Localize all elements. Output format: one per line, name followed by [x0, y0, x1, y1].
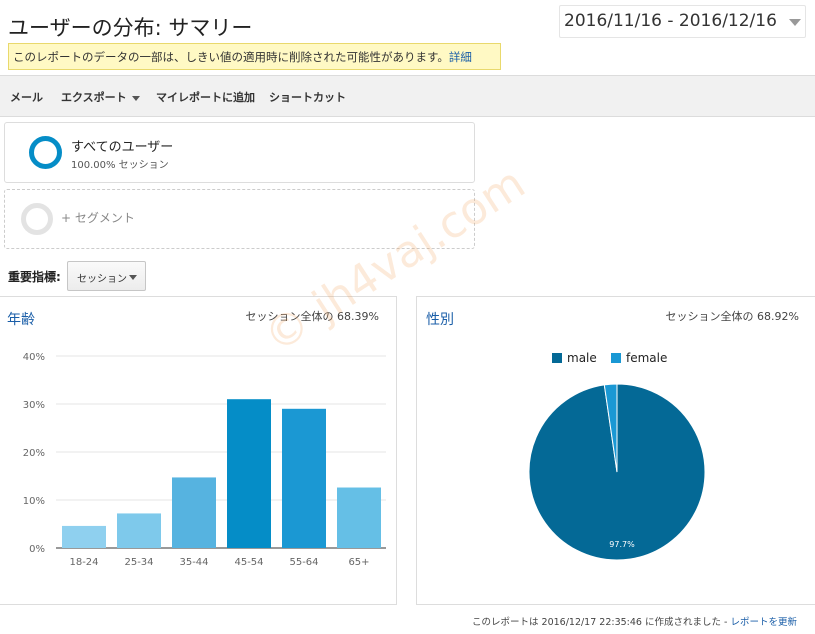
chevron-down-icon [129, 275, 137, 280]
notice-text: このレポートのデータの一部は、しきい値の適用時に削除された可能性があります。 [13, 50, 449, 64]
segment-card-all-users[interactable]: すべてのユーザー 100.00% セッション [4, 122, 475, 183]
x-tick-label: 45-54 [234, 557, 263, 568]
age-bar-25-34[interactable] [117, 513, 161, 548]
legend-swatch-female [611, 353, 621, 363]
gender-pie-chart: 97.7% male female [528, 351, 706, 561]
refresh-report-link[interactable]: レポートを更新 [730, 617, 797, 628]
age-bar-chart: 0% 10% 20% 30% 40% 18-24 25-34 35-44 45-54 55-64 6… [23, 352, 386, 568]
toolbar: メール エクスポート マイレポートに追加 ショートカット [0, 75, 815, 117]
add-to-dashboard-button[interactable]: マイレポートに追加 [156, 89, 255, 105]
shortcut-button[interactable]: ショートカット [269, 89, 346, 105]
date-range-picker[interactable]: 2016/11/16 - 2016/12/16 [559, 5, 806, 38]
x-tick-label: 18-24 [69, 557, 98, 568]
x-tick-label: 35-44 [179, 557, 208, 568]
metric-label: 重要指標: [8, 270, 61, 284]
metric-select[interactable]: セッション [67, 261, 146, 291]
export-button[interactable]: エクスポート [61, 89, 140, 105]
y-tick-label: 0% [29, 544, 45, 555]
age-bar-18-24[interactable] [62, 525, 106, 548]
add-segment-card[interactable]: + セグメント [4, 189, 475, 249]
segment-ring-icon [29, 136, 62, 169]
chevron-down-icon [131, 95, 140, 101]
y-tick-label: 40% [23, 352, 45, 363]
metric-select-value: セッション [77, 274, 127, 285]
chevron-down-icon [789, 19, 801, 26]
x-tick-label: 65+ [348, 557, 369, 568]
x-tick-label: 55-64 [289, 557, 318, 568]
age-bar-45-54[interactable] [227, 399, 271, 548]
y-tick-label: 30% [23, 400, 45, 411]
report-footer: このレポートは 2016/12/17 22:35:46 に作成されました - レ… [472, 614, 797, 628]
segment-session-share: 100.00% セッション [71, 160, 169, 171]
legend-label-male: male [567, 351, 597, 365]
gender-panel: 性別 セッション全体の 68.92% 97.7% male female [416, 296, 815, 605]
age-panel: 年齢 セッション全体の 68.39% 0% 10% 20% 30% 40% 18-24 25… [0, 296, 397, 605]
shortcut-button-label: ショートカット [269, 91, 346, 104]
legend-swatch-male [552, 353, 562, 363]
notice-details-link[interactable]: 詳細 [449, 50, 472, 64]
page-title: ユーザーの分布: サマリー [8, 16, 253, 40]
empty-segment-ring-icon [21, 203, 53, 235]
email-button[interactable]: メール [10, 89, 43, 105]
email-button-label: メール [10, 91, 43, 104]
pie-slice-label: 97.7% [609, 540, 635, 549]
age-bar-65+[interactable] [337, 487, 381, 548]
export-button-label: エクスポート [61, 91, 127, 104]
y-tick-label: 20% [23, 448, 45, 459]
date-range-label: 2016/11/16 - 2016/12/16 [564, 11, 777, 31]
age-bar-55-64[interactable] [282, 408, 326, 548]
footer-created-text: このレポートは 2016/12/17 22:35:46 に作成されました - [472, 617, 731, 628]
age-bar-35-44[interactable] [172, 477, 216, 548]
add-segment-label: + セグメント [61, 211, 135, 225]
segment-name: すべてのユーザー [71, 140, 174, 155]
y-tick-label: 10% [23, 496, 45, 507]
add-to-dashboard-label: マイレポートに追加 [156, 91, 255, 104]
legend-label-female: female [626, 351, 667, 365]
threshold-notice: このレポートのデータの一部は、しきい値の適用時に削除された可能性があります。詳細 [8, 43, 501, 70]
x-tick-label: 25-34 [124, 557, 153, 568]
